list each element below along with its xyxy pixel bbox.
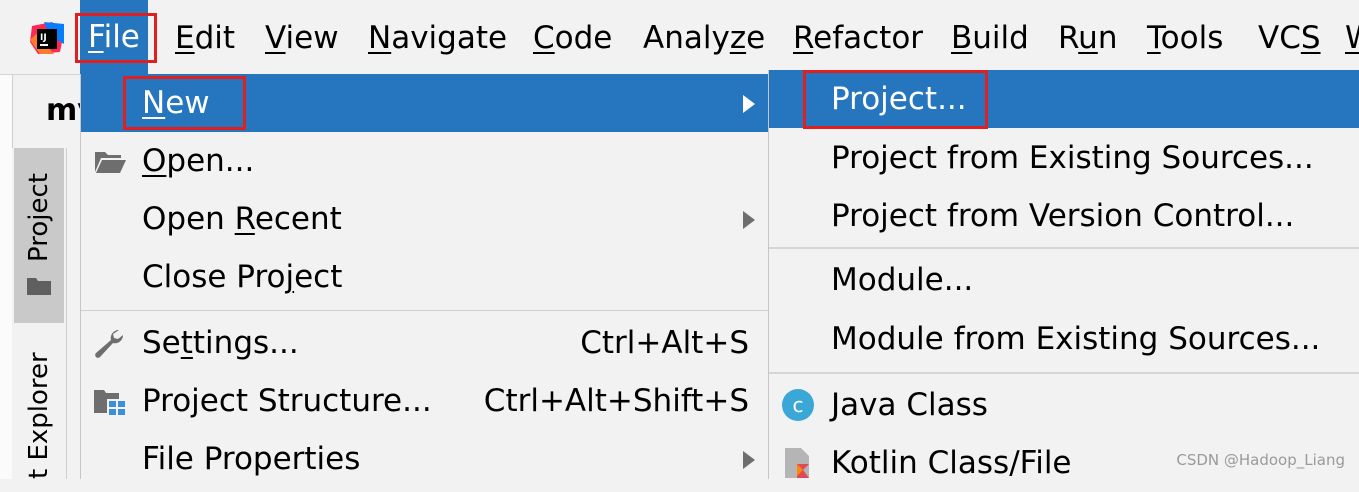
menu-edit[interactable]: Edit — [175, 18, 235, 58]
menu-separator — [81, 310, 769, 311]
menu-window[interactable]: W — [1345, 18, 1359, 58]
menu-tools-rest: ools — [1160, 20, 1224, 56]
menu-run-pre: R — [1058, 20, 1079, 56]
intellij-logo-icon[interactable]: IJ — [30, 22, 64, 54]
menu-refactor-mnemonic: R — [793, 20, 814, 56]
tool-window-project-label: Project — [24, 173, 54, 262]
new-module-item[interactable]: Module... — [769, 251, 1359, 309]
menu-run-mnemonic: u — [1078, 20, 1098, 56]
file-properties-label: File Properties — [142, 441, 361, 477]
menu-vcs-mnemonic: S — [1300, 20, 1321, 56]
menu-view-mnemonic: V — [265, 20, 286, 56]
file-menu-project-structure[interactable]: Project Structure... Ctrl+Alt+Shift+S — [81, 372, 769, 430]
new-project-vcs-item[interactable]: Project from Version Control... — [769, 187, 1359, 245]
file-menu-open[interactable]: Open... — [81, 132, 769, 190]
project-vcs-label: Project from Version Control... — [831, 198, 1295, 234]
file-menu-dropdown: New Open... Open Recent Close Project Se… — [80, 74, 770, 479]
open-mnemonic: O — [142, 143, 167, 179]
submenu-arrow-icon — [743, 451, 755, 469]
menu-navigate-rest: avigate — [391, 20, 508, 56]
svg-text:IJ: IJ — [40, 33, 47, 43]
menu-edit-mnemonic: E — [175, 20, 195, 56]
menu-tools-mnemonic: T — [1147, 20, 1161, 56]
module-label: Module... — [831, 262, 974, 298]
menu-analyze-rest: e — [746, 20, 766, 56]
submenu-arrow-icon — [743, 95, 755, 113]
file-menu-settings[interactable]: Settings... Ctrl+Alt+S — [81, 314, 769, 372]
file-menu-file-properties[interactable]: File Properties — [81, 430, 769, 488]
new-java-class-item[interactable]: c Java Class — [769, 376, 1359, 434]
menu-code[interactable]: Code — [533, 18, 612, 58]
menu-analyze-mnemonic: z — [729, 20, 747, 56]
tool-window-explorer-label[interactable]: t Explorer — [24, 352, 54, 479]
menu-view-rest: iew — [285, 20, 339, 56]
menu-view[interactable]: View — [265, 18, 339, 58]
menu-vcs-pre: VC — [1258, 20, 1301, 56]
new-module-existing-item[interactable]: Module from Existing Sources... — [769, 310, 1359, 368]
close-project-rest: ect — [294, 259, 343, 295]
close-project-label: Close Project — [142, 248, 342, 306]
menu-bar: IJ File Edit View Navigate Code Analyze … — [0, 0, 1359, 75]
menu-window-mnemonic: W — [1345, 20, 1359, 56]
module-existing-label: Module from Existing Sources... — [831, 321, 1321, 357]
menu-build-rest: uild — [972, 20, 1029, 56]
project-structure-shortcut: Ctrl+Alt+Shift+S — [483, 383, 749, 419]
menu-code-mnemonic: C — [533, 20, 555, 56]
project-structure-label: Project Structure... — [142, 383, 432, 419]
menu-refactor-rest: efactor — [813, 20, 924, 56]
settings-label: Settings... — [142, 314, 299, 372]
file-menu-close-project[interactable]: Close Project — [81, 248, 769, 306]
close-project-pre: Close Pro — [142, 259, 286, 295]
settings-shortcut: Ctrl+Alt+S — [580, 325, 749, 361]
menu-navigate-mnemonic: N — [368, 20, 392, 56]
menu-tools[interactable]: Tools — [1147, 18, 1223, 58]
folder-open-icon — [95, 152, 126, 173]
settings-rest: tings... — [192, 325, 299, 361]
highlight-project-item — [803, 70, 988, 129]
menu-run-rest: n — [1097, 20, 1118, 56]
highlight-new-item — [123, 76, 246, 130]
open-recent-rest: ecent — [254, 201, 342, 237]
menu-build[interactable]: Build — [951, 18, 1029, 58]
java-class-icon: c — [782, 389, 814, 421]
new-project-existing-sources-item[interactable]: Project from Existing Sources... — [769, 129, 1359, 187]
kotlin-file-icon — [785, 448, 809, 478]
menu-code-rest: ode — [554, 20, 613, 56]
svg-text:c: c — [793, 393, 804, 417]
menu-edit-rest: dit — [194, 20, 236, 56]
highlight-file-menu — [75, 13, 157, 63]
submenu-separator — [769, 372, 1359, 374]
menu-build-mnemonic: B — [951, 20, 973, 56]
java-class-label: Java Class — [831, 387, 988, 423]
wrench-icon — [95, 329, 124, 358]
menu-analyze-pre: Analy — [643, 20, 730, 56]
menu-analyze[interactable]: Analyze — [643, 18, 765, 58]
settings-mnemonic: t — [180, 325, 193, 361]
submenu-arrow-icon — [743, 211, 755, 229]
close-project-mnemonic: j — [285, 259, 295, 295]
open-rest: pen... — [166, 143, 255, 179]
project-existing-label: Project from Existing Sources... — [831, 140, 1314, 176]
open-recent-pre: Open — [142, 201, 235, 237]
project-structure-icon — [94, 390, 125, 415]
new-submenu: Project... Project from Existing Sources… — [768, 70, 1359, 481]
menu-vcs[interactable]: VCS — [1258, 18, 1321, 58]
folder-icon — [27, 278, 51, 295]
submenu-separator — [769, 247, 1359, 249]
kotlin-file-label: Kotlin Class/File — [831, 445, 1072, 481]
file-menu-open-recent[interactable]: Open Recent — [81, 190, 769, 248]
menu-navigate[interactable]: Navigate — [368, 18, 507, 58]
open-label: Open... — [142, 132, 254, 190]
menu-refactor[interactable]: Refactor — [793, 18, 923, 58]
open-recent-mnemonic: R — [234, 201, 255, 237]
open-recent-label: Open Recent — [142, 190, 342, 248]
watermark: CSDN @Hadoop_Liang — [1176, 451, 1345, 469]
settings-pre: Se — [142, 325, 181, 361]
menu-run[interactable]: Run — [1058, 18, 1117, 58]
